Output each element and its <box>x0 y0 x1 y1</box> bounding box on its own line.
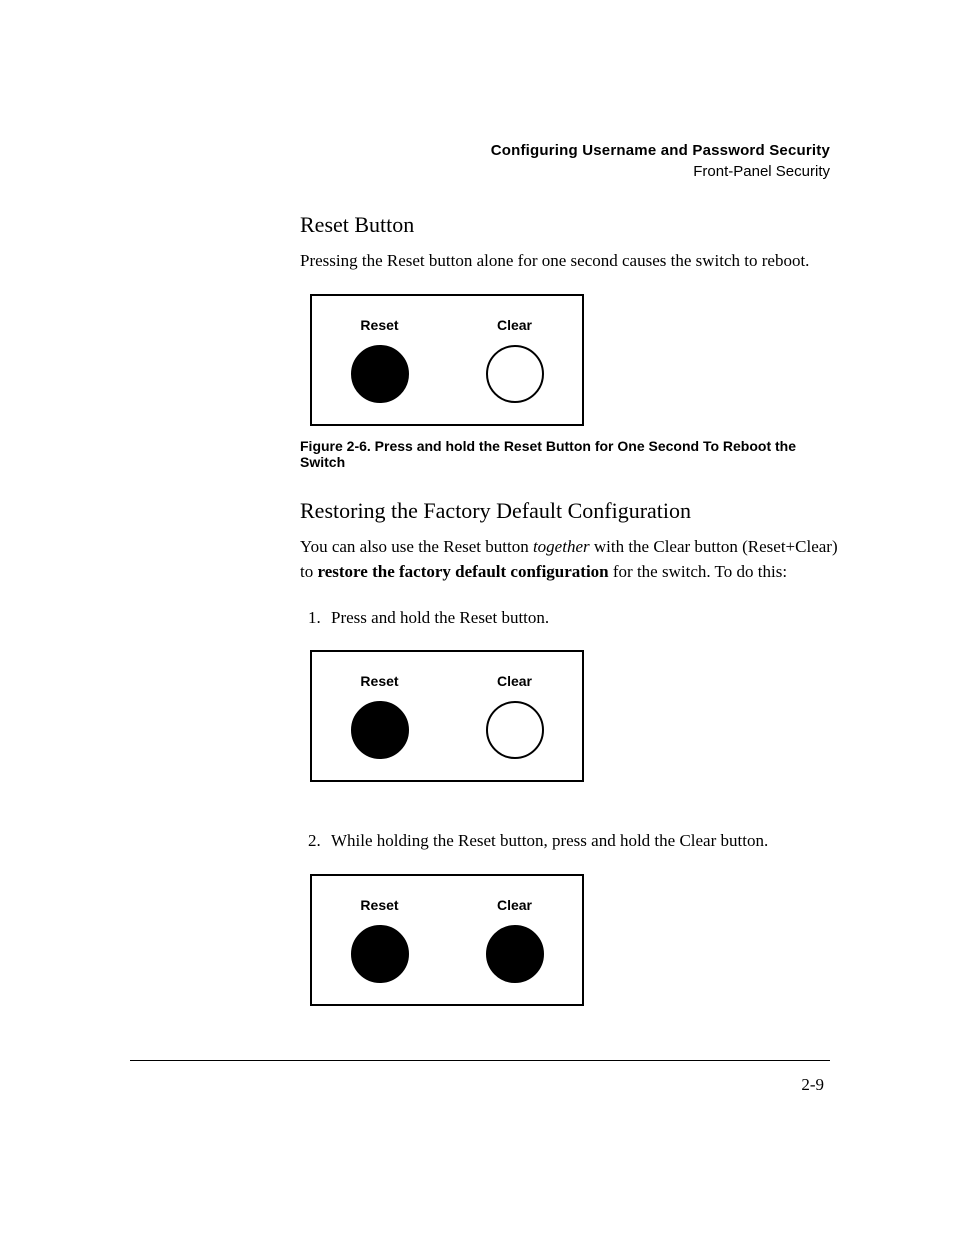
footer-rule <box>130 1060 830 1061</box>
step-list-1: Press and hold the Reset button. <box>300 605 840 631</box>
clear-button-icon <box>486 925 544 983</box>
clear-label: Clear <box>497 897 532 913</box>
main-column: Reset Button Pressing the Reset button a… <box>300 212 840 1006</box>
clear-label: Clear <box>497 317 532 333</box>
restore-text-post: for the switch. To do this: <box>609 562 787 581</box>
reset-button-heading: Reset Button <box>300 212 840 238</box>
figure-2-6-panel: Reset Clear <box>310 294 584 426</box>
clear-button-group: Clear <box>486 673 544 759</box>
reset-button-paragraph: Pressing the Reset button alone for one … <box>300 248 840 274</box>
restore-text-italic: together <box>533 537 590 556</box>
restore-paragraph: You can also use the Reset button togeth… <box>300 534 840 585</box>
step-2: While holding the Reset button, press an… <box>325 828 840 854</box>
reset-button-group: Reset <box>351 317 409 403</box>
step-1: Press and hold the Reset button. <box>325 605 840 631</box>
running-header: Configuring Username and Password Securi… <box>130 140 830 182</box>
reset-button-icon <box>351 345 409 403</box>
reset-button-group: Reset <box>351 897 409 983</box>
reset-button-icon <box>351 925 409 983</box>
step-1-panel: Reset Clear <box>310 650 584 782</box>
clear-button-group: Clear <box>486 897 544 983</box>
clear-label: Clear <box>497 673 532 689</box>
reset-button-icon <box>351 701 409 759</box>
clear-button-group: Clear <box>486 317 544 403</box>
page-number: 2-9 <box>801 1075 824 1095</box>
reset-label: Reset <box>360 673 398 689</box>
clear-button-icon <box>486 701 544 759</box>
header-chapter: Configuring Username and Password Securi… <box>130 140 830 161</box>
step-2-panel: Reset Clear <box>310 874 584 1006</box>
clear-button-icon <box>486 345 544 403</box>
restore-text-bold: restore the factory default configuratio… <box>317 562 608 581</box>
figure-2-6-caption: Figure 2-6. Press and hold the Reset But… <box>300 438 840 470</box>
restore-heading: Restoring the Factory Default Configurat… <box>300 498 840 524</box>
reset-label: Reset <box>360 897 398 913</box>
reset-button-group: Reset <box>351 673 409 759</box>
restore-text-pre: You can also use the Reset button <box>300 537 533 556</box>
page-content: Configuring Username and Password Securi… <box>130 140 830 1012</box>
reset-label: Reset <box>360 317 398 333</box>
header-section: Front-Panel Security <box>130 161 830 182</box>
step-list-2: While holding the Reset button, press an… <box>300 828 840 854</box>
